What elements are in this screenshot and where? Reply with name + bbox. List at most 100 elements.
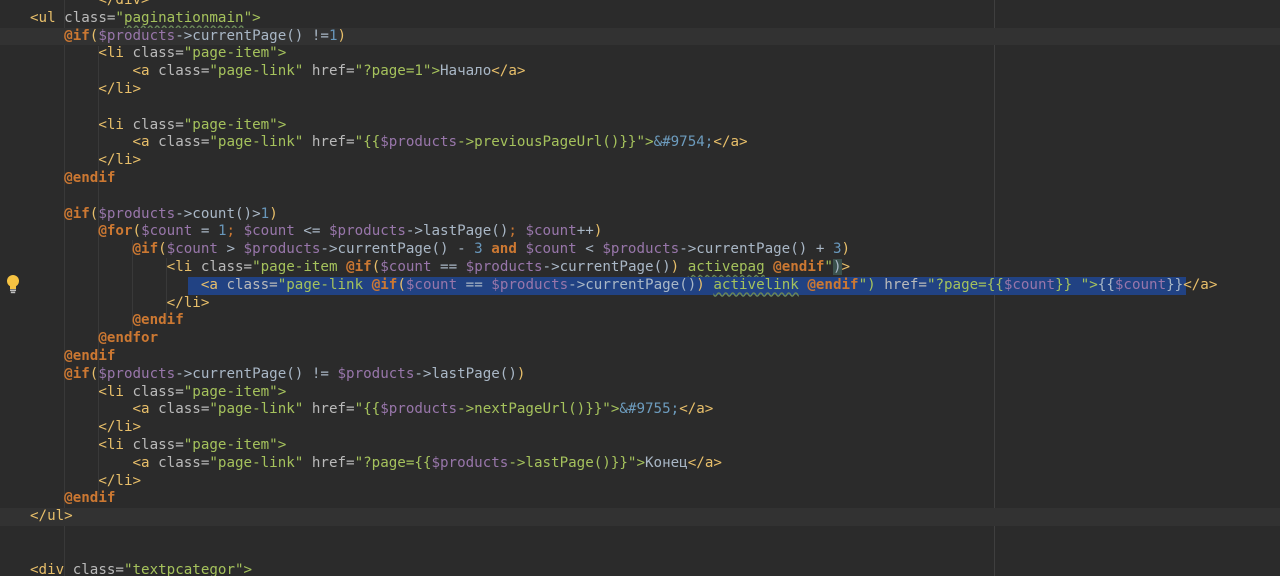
code-token: class= [64,9,116,26]
code-line[interactable]: </li> [0,295,1280,313]
code-token: <li [166,259,201,275]
code-line-text: @if($products->currentPage() !=1) [30,28,346,46]
code-token: class= [200,259,253,275]
code-line[interactable] [0,99,1280,117]
code-token: @if [346,259,372,275]
code-line[interactable]: @endif [0,348,1280,366]
code-token: @endif [64,490,116,507]
code-line-text: </div> [30,0,150,10]
code-line[interactable]: </ul> [0,508,1280,526]
code-token: href= [311,454,355,471]
code-line[interactable]: </li> [0,419,1280,437]
code-line[interactable]: <li class="page-item"> [0,437,1280,455]
code-line-text: </li> [30,81,141,99]
code-line[interactable]: <a class="page-link @if($count == $produ… [0,277,1280,295]
code-line[interactable]: <a class="page-link" href="{{$products->… [0,134,1280,152]
code-token: </a> [491,63,526,80]
code-line-text: <a class="page-link" href="?page={{$prod… [30,455,722,473]
code-line[interactable]: @endif [0,490,1280,508]
code-token: class= [132,116,184,133]
code-token: ) [516,365,526,382]
code-line[interactable]: </li> [0,81,1280,99]
code-line[interactable]: </div> [0,0,1280,10]
code-token: "> [243,9,261,26]
code-token: $count [405,276,458,293]
code-token: "page-link" [209,63,312,80]
code-token: 1 [328,27,338,44]
code-token: ) [832,259,842,275]
lightbulb-icon[interactable] [5,274,21,294]
code-token: &#9754; [653,134,714,151]
code-line[interactable]: @if($count > $products->currentPage() - … [0,241,1280,259]
code-token: <a [132,63,159,80]
code-line[interactable]: @if($products->currentPage() !=1) [0,27,1280,46]
code-line[interactable]: @if($products->currentPage() != $product… [0,366,1280,384]
code-line[interactable]: @endif [0,170,1280,188]
code-line[interactable]: <div class="textpcategor"> [0,562,1280,576]
code-token: class= [158,454,210,471]
code-line[interactable] [0,188,1280,206]
code-line[interactable]: <a class="page-link" href="{{$products->… [0,401,1280,419]
code-line-text: </ul> [30,508,73,526]
code-token: class= [226,276,278,293]
code-line[interactable]: <a class="page-link" href="?page=1">Нача… [0,63,1280,81]
code-token: " [824,259,833,275]
code-line[interactable]: <li class="page-item"> [0,384,1280,402]
code-token: "textpcategor"> [123,561,253,576]
code-line[interactable]: <li class="page-item @if($count == $prod… [0,259,1280,277]
code-token: ) [696,276,705,293]
code-token: $products [98,205,176,222]
code-token: <div [30,561,73,576]
code-token: @if [64,205,90,222]
code-token: "?page=1"> [354,63,441,80]
code-token: " [115,9,124,26]
code-token: "?page={{ [354,454,432,471]
code-line[interactable]: <li class="page-item"> [0,45,1280,63]
code-line[interactable]: @if($products->count()>1) [0,206,1280,224]
code-token: $count [525,241,577,258]
code-line[interactable]: <ul class="paginationmain"> [0,10,1280,28]
code-line-text: @if($products->count()>1) [30,206,278,224]
code-token: $products [465,259,543,275]
code-token: ( [132,223,142,240]
code-token: <li [98,437,133,453]
code-line[interactable]: <li class="page-item"> [0,117,1280,135]
code-token: ") [858,276,885,293]
code-token: ->currentPage() + [679,241,833,258]
code-token: href= [311,134,355,151]
code-token: <li [98,116,133,133]
code-token: > [217,241,244,258]
code-token: = [192,223,218,240]
code-token: activepag [687,259,765,275]
code-line[interactable]: @for($count = 1; $count <= $products->la… [0,223,1280,241]
code-line[interactable] [0,544,1280,562]
code-editor[interactable]: </div> <ul class="paginationmain"> @if($p… [0,0,1280,576]
code-token: $products [98,365,176,382]
code-line-text: @endif [30,312,184,330]
code-line[interactable]: @endfor [0,330,1280,348]
code-line[interactable]: </li> [0,473,1280,491]
code-line[interactable]: @endif [0,312,1280,330]
code-token: "{{ [354,134,381,151]
code-line[interactable] [0,526,1280,544]
code-token: "page-item"> [183,383,287,400]
code-token: 1 [260,205,270,222]
code-token: "page-item"> [183,45,287,62]
code-token: </div> [98,0,150,8]
code-token: ( [158,241,167,258]
code-line[interactable]: </li> [0,152,1280,170]
code-token: activelink [713,276,799,293]
code-line[interactable]: <a class="page-link" href="?page={{$prod… [0,455,1280,473]
